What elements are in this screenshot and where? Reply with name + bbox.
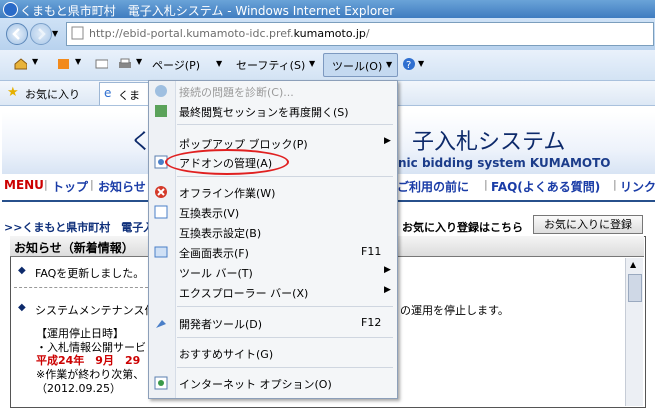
address-text: http://ebid-portal.kumamoto-idc.pref.kum…: [89, 27, 370, 40]
submenu-arrow-icon: ▶: [384, 136, 391, 146]
site-nav-link[interactable]: リンク: [620, 178, 655, 195]
bullet-icon: ◆: [18, 265, 26, 276]
back-button[interactable]: [6, 23, 28, 45]
menu-item-internet-options[interactable]: インターネット オプション(O): [149, 373, 397, 393]
page-dropdown-icon: ▼: [216, 59, 223, 68]
menu-separator: [177, 337, 393, 338]
menu-item-popup-block[interactable]: ポップアップ ブロック(P) ▶: [149, 133, 397, 153]
news-item-continuation: の運用を停止します。: [400, 304, 509, 317]
site-nav-top[interactable]: トップ: [52, 178, 88, 195]
menu-item-explorer-bars[interactable]: エクスプローラー バー(X) ▶: [149, 282, 397, 302]
menu-item-label: 最終閲覧セッションを再度開く(S): [179, 106, 349, 119]
menu-item-compat-settings[interactable]: 互換表示設定(B): [149, 222, 397, 242]
history-dropdown-icon[interactable]: ▼: [52, 29, 58, 38]
safety-dropdown-icon: ▼: [309, 59, 316, 68]
site-nav-before-use[interactable]: ご利用の前に: [397, 178, 469, 195]
news-title: お知らせ（新着情報）: [14, 241, 134, 255]
menu-item-label: おすすめサイト(G): [179, 348, 274, 361]
address-row: ▼ http://ebid-portal.kumamoto-idc.pref.k…: [0, 18, 655, 50]
tools-dropdown-icon: ▼: [386, 60, 393, 69]
fullscreen-icon: [154, 246, 168, 258]
window-title: くまもと県市町村 電子入札システム - Windows Internet Exp…: [20, 4, 395, 18]
help-icon[interactable]: ?: [402, 57, 416, 71]
address-bar[interactable]: http://ebid-portal.kumamoto-idc.pref.kum…: [66, 22, 654, 46]
title-bar: くまもと県市町村 電子入札システム - Windows Internet Exp…: [0, 0, 655, 18]
menu-item-label: エクスプローラー バー(X): [179, 287, 309, 300]
banner-subtitle: nic bidding system KUMAMOTO: [398, 156, 611, 170]
site-nav-news[interactable]: お知らせ: [98, 178, 146, 195]
banner-title: 子入札システム: [412, 130, 566, 155]
menu-item-reopen-session[interactable]: 最終閲覧セッションを再度開く(S): [149, 101, 397, 121]
offline-icon: [155, 186, 167, 198]
news-scrollbar[interactable]: ▲: [625, 258, 643, 406]
menu-separator: [177, 367, 393, 368]
menu-item-shortcut: F12: [361, 316, 382, 329]
menu-item-label: インターネット オプション(O): [179, 378, 332, 391]
home-dropdown-icon[interactable]: ▼: [32, 57, 38, 66]
page-icon: [71, 26, 84, 40]
home-icon[interactable]: [14, 58, 27, 70]
submenu-arrow-icon: ▶: [384, 285, 391, 295]
browser-tab[interactable]: e くま: [99, 82, 149, 105]
favorite-note: お気に入り登録はこちら: [402, 221, 523, 234]
help-dropdown-icon[interactable]: ▼: [418, 59, 424, 68]
back-arrow-icon: [12, 28, 20, 40]
menu-item-label: オフライン作業(W): [179, 187, 276, 200]
menu-item-label: 開発者ツール(D): [179, 318, 263, 331]
tab-ie-icon: e: [104, 86, 112, 100]
favorites-label[interactable]: お気に入り: [25, 86, 80, 102]
menu-item-toolbars[interactable]: ツール バー(T) ▶: [149, 262, 397, 282]
svg-text:?: ?: [406, 60, 411, 71]
news-item: システムメンテナンス作: [35, 304, 156, 317]
breadcrumb: >>くまもと県市町村 電子入: [4, 221, 155, 234]
bullet-icon: ◆: [18, 302, 26, 313]
reopen-session-icon: [155, 105, 167, 117]
menu-item-offline[interactable]: オフライン作業(W): [149, 182, 397, 202]
highlight-ellipse: [165, 149, 289, 175]
menu-item-developer-tools[interactable]: 開発者ツール(D) F12: [149, 313, 397, 333]
tab-title: くま: [118, 89, 140, 102]
command-bar: ▼ ▼ ▼ ページ(P) ▼ セーフティ(S) ▼ ツール(O) ▼ ? ▼: [0, 50, 655, 81]
feeds-dropdown-icon[interactable]: ▼: [75, 57, 81, 66]
news-item: FAQを更新しました。: [35, 267, 145, 280]
tools-label: ツール(O): [332, 60, 383, 73]
ie-logo-icon: [3, 2, 18, 17]
internet-options-icon: [154, 376, 168, 390]
menu-separator: [177, 124, 393, 125]
menu-item-label: 接続の問題を診断(C)...: [179, 86, 294, 99]
menu-item-label: 互換表示設定(B): [179, 227, 262, 240]
submenu-arrow-icon: ▶: [384, 265, 391, 275]
menu-separator: [177, 176, 393, 177]
page-menu[interactable]: ページ(P): [152, 57, 200, 73]
developer-tools-icon: [156, 320, 166, 328]
forward-button[interactable]: [30, 23, 52, 45]
menu-item-label: 互換表示(V): [179, 207, 240, 220]
site-menu-label: MENU: [4, 178, 44, 192]
menu-item-compat-view[interactable]: 互換表示(V): [149, 202, 397, 222]
menu-item-suggested-sites[interactable]: おすすめサイト(G): [149, 343, 397, 363]
mail-icon[interactable]: [95, 58, 108, 70]
favorites-star-icon: ★: [7, 85, 19, 100]
menu-item-diagnose[interactable]: 接続の問題を診断(C)...: [149, 81, 397, 101]
add-favorite-button[interactable]: お気に入りに登録: [533, 215, 643, 234]
site-nav-faq[interactable]: FAQ(よくある質問): [491, 178, 600, 195]
compat-view-icon: [154, 205, 168, 219]
print-icon[interactable]: [118, 58, 131, 70]
menu-item-fullscreen[interactable]: 全画面表示(F) F11: [149, 242, 397, 262]
tools-dropdown-menu: 接続の問題を診断(C)... 最終閲覧セッションを再度開く(S) ポップアップ …: [148, 80, 398, 399]
news-detail-posted: （2012.09.25）: [36, 382, 121, 395]
news-divider: [14, 287, 148, 289]
tools-menu-button[interactable]: ツール(O) ▼: [323, 53, 398, 77]
safety-menu[interactable]: セーフティ(S): [236, 57, 305, 73]
feeds-icon[interactable]: [57, 58, 70, 70]
diagnose-icon: [155, 85, 167, 97]
menu-separator: [177, 306, 393, 307]
menu-item-label: ツール バー(T): [179, 267, 253, 280]
menu-item-label: 全画面表示(F): [179, 247, 249, 260]
print-dropdown-icon[interactable]: ▼: [136, 57, 142, 66]
menu-item-shortcut: F11: [361, 245, 382, 258]
scroll-thumb[interactable]: [628, 274, 642, 302]
forward-arrow-icon: [38, 28, 46, 40]
scroll-up-icon[interactable]: ▲: [630, 260, 636, 269]
